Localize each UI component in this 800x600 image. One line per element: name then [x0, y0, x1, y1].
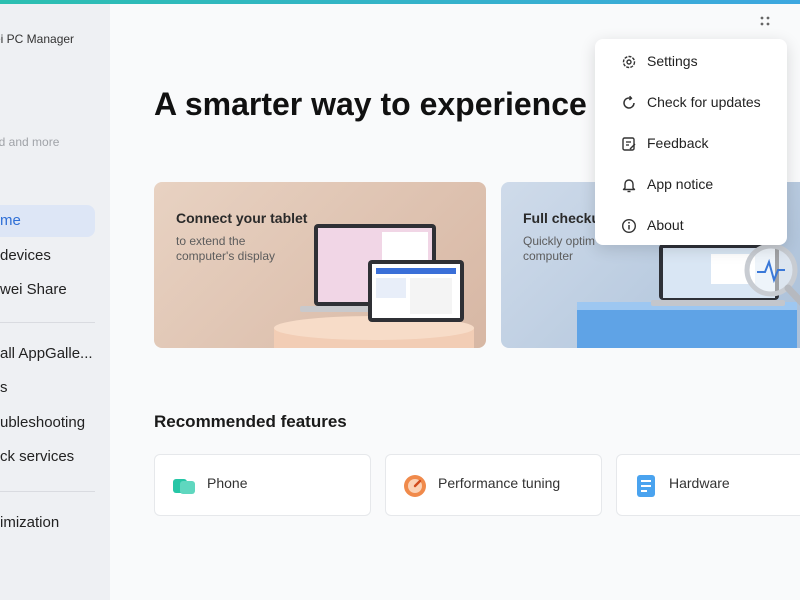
menu-item-label: Settings	[647, 53, 698, 69]
sidebar-item-label: all AppGalle...	[0, 345, 93, 362]
sidebar-item-label: wei Share	[0, 281, 67, 298]
hardware-icon	[637, 475, 655, 497]
sidebar-item-install-appgallery[interactable]: all AppGalle...	[0, 338, 95, 370]
sidebar-divider	[0, 491, 95, 492]
sidebar-item-label: imization	[0, 514, 60, 531]
app-title: ei PC Manager	[0, 32, 75, 46]
menu-item-label: About	[647, 217, 684, 233]
laptop-tablet-illustration	[274, 224, 474, 348]
sidebar-item-label: devices	[0, 247, 51, 264]
gear-icon	[622, 55, 636, 69]
menu-item-label: Check for updates	[647, 94, 761, 110]
card-title: Full checku	[523, 210, 601, 226]
laptop-magnifier-illustration	[577, 243, 800, 348]
connect-tablet-card[interactable]: Connect your tablet to extend the comput…	[154, 182, 486, 348]
feature-label: Hardware	[669, 475, 730, 491]
sidebar-item-home[interactable]: me	[0, 205, 95, 237]
sidebar-item-quick-services[interactable]: ck services	[0, 441, 95, 473]
sidebar-item-troubleshooting[interactable]: ubleshooting	[0, 407, 95, 439]
section-title: Recommended features	[154, 412, 347, 431]
gauge-icon	[404, 475, 426, 497]
sidebar-item-devices[interactable]: devices	[0, 240, 95, 272]
sidebar-item-optimization[interactable]: imization	[0, 507, 95, 539]
sidebar-subtitle: ud and more	[0, 135, 60, 149]
sidebar: ei PC Manager ud and more me devices wei…	[0, 4, 111, 600]
sidebar-item-label: ck services	[0, 448, 75, 465]
sidebar-item-label: s	[0, 379, 8, 396]
sidebar-divider	[0, 322, 95, 323]
menu-item-check-updates[interactable]: Check for updates	[595, 85, 787, 121]
menu-item-label: Feedback	[647, 135, 709, 151]
menu-item-feedback[interactable]: Feedback	[595, 126, 787, 162]
menu-item-settings[interactable]: Settings	[595, 44, 787, 80]
sidebar-item-label: me	[0, 212, 21, 229]
feature-label: Phone	[207, 475, 248, 491]
more-options-icon[interactable]	[758, 14, 772, 28]
options-menu: Settings Check for updates Feedback App …	[595, 39, 787, 245]
sidebar-item-label: ubleshooting	[0, 414, 86, 431]
phone-icon	[173, 479, 195, 494]
sidebar-item-apps[interactable]: s	[0, 372, 95, 404]
feature-label: Performance tuning	[438, 475, 561, 491]
menu-item-app-notice[interactable]: App notice	[595, 167, 787, 203]
bell-icon	[622, 179, 636, 193]
sidebar-item-huawei-share[interactable]: wei Share	[0, 274, 95, 306]
feature-phone[interactable]: Phone	[154, 454, 371, 516]
feedback-icon	[622, 137, 636, 151]
feature-performance-tuning[interactable]: Performance tuning	[385, 454, 602, 516]
hero-title: A smarter way to experience y	[154, 86, 614, 122]
menu-item-about[interactable]: About	[595, 208, 787, 244]
menu-item-label: App notice	[647, 176, 714, 192]
info-icon	[621, 218, 637, 234]
feature-hardware[interactable]: Hardware	[616, 454, 800, 516]
refresh-icon	[623, 95, 635, 109]
